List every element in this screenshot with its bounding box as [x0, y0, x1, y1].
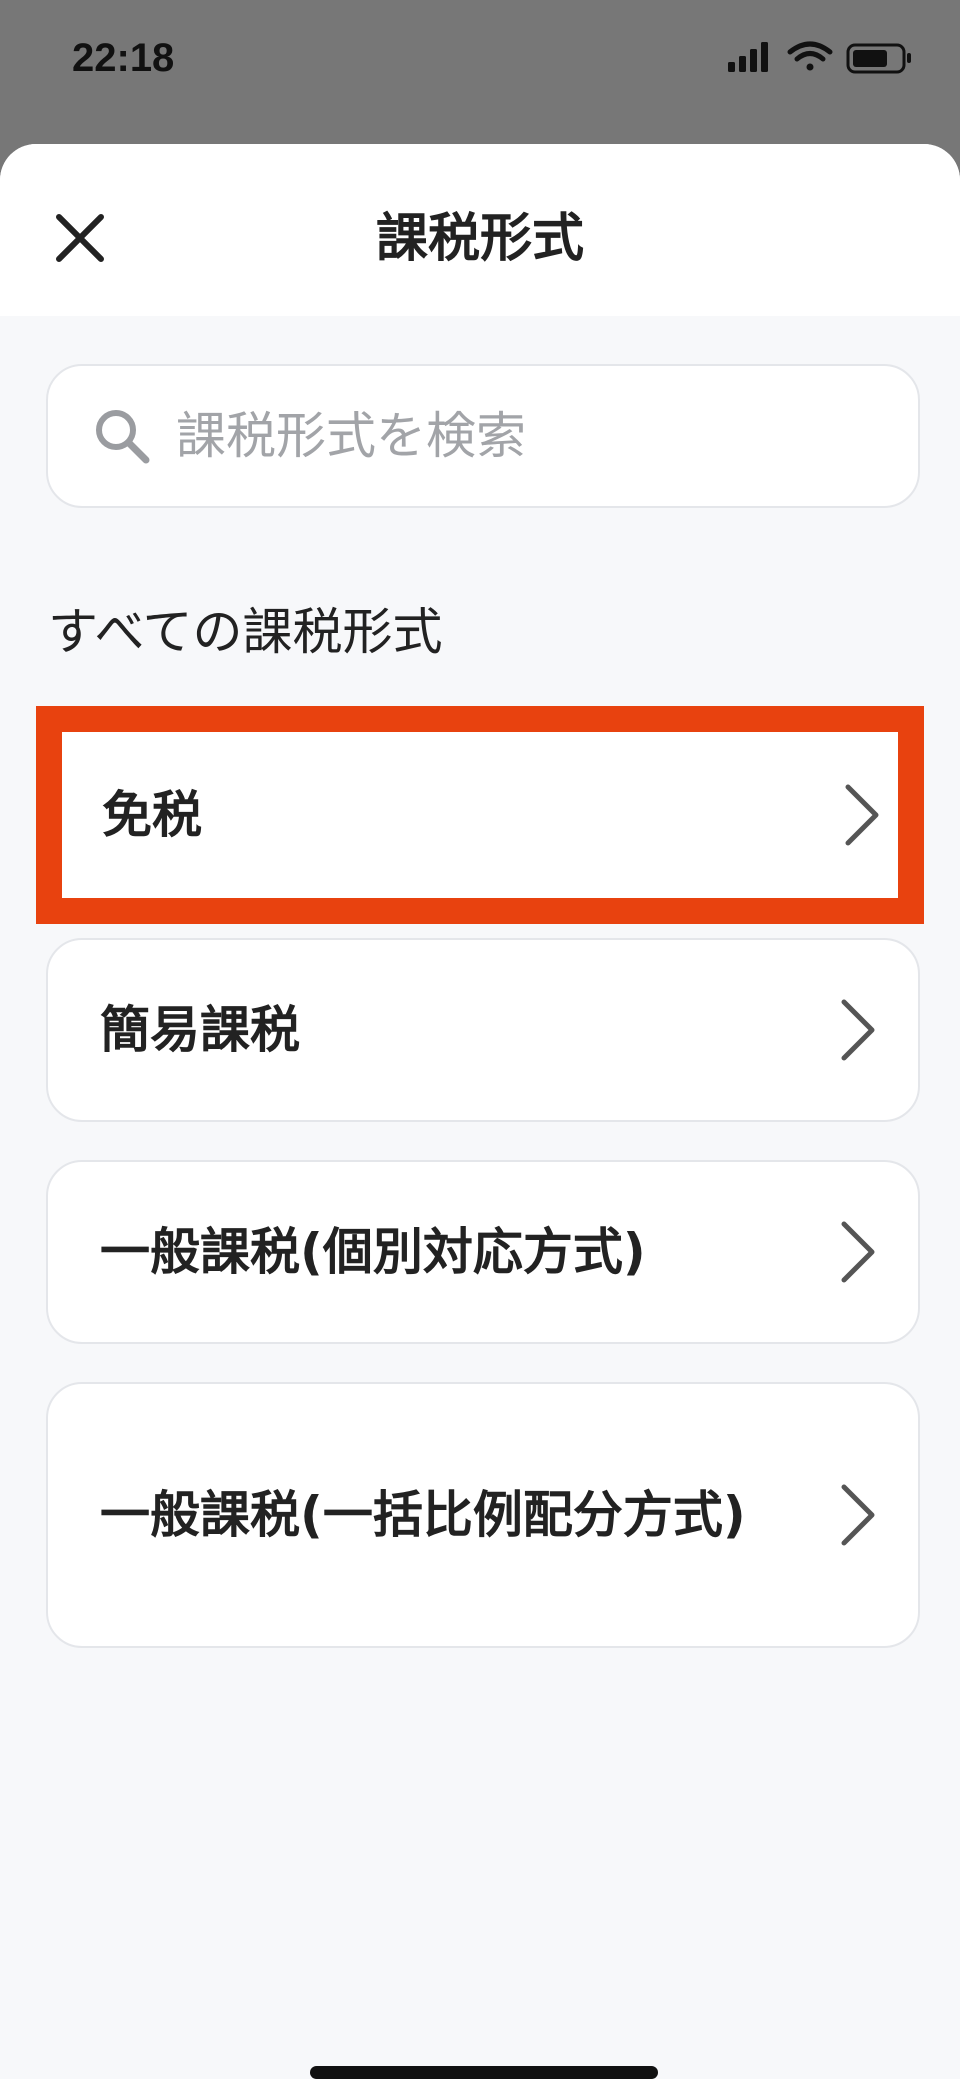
option-label: 簡易課税 — [100, 1001, 300, 1059]
search-input[interactable] — [174, 406, 878, 466]
status-bar: 22:18 — [0, 0, 960, 120]
battery-icon — [846, 43, 911, 74]
option-label: 一般課税(一括比例配分方式) — [100, 1486, 746, 1544]
option-label: 一般課税(個別対応方式) — [100, 1223, 646, 1281]
signal-icon — [728, 42, 768, 72]
option-label: 免税 — [102, 786, 202, 844]
section-heading: すべての課税形式 — [48, 603, 443, 661]
sheet-header: 課税形式 — [0, 144, 960, 316]
chevron-right-icon — [845, 784, 879, 846]
status-icons — [728, 41, 911, 74]
chevron-right-icon — [841, 1221, 875, 1283]
wifi-icon — [787, 41, 833, 71]
option-ippan-ikkatsu[interactable]: 一般課税(一括比例配分方式) — [46, 1382, 920, 1648]
chevron-right-icon — [841, 999, 875, 1061]
status-time: 22:18 — [72, 36, 175, 80]
option-kan-i-kazei[interactable]: 簡易課税 — [46, 938, 920, 1122]
page-title: 課税形式 — [375, 209, 584, 269]
chevron-right-icon — [841, 1484, 875, 1546]
search-box[interactable] — [46, 364, 920, 508]
home-indicator — [310, 2066, 658, 2079]
search-icon — [96, 410, 150, 464]
option-menzei[interactable]: 免税 — [36, 706, 924, 924]
option-ippan-kobetsu[interactable]: 一般課税(個別対応方式) — [46, 1160, 920, 1344]
bottom-sheet: 課税形式 すべての課税形式 免税 簡易課税 一般課税(個別対応方式) 一般課税(… — [0, 144, 960, 2079]
